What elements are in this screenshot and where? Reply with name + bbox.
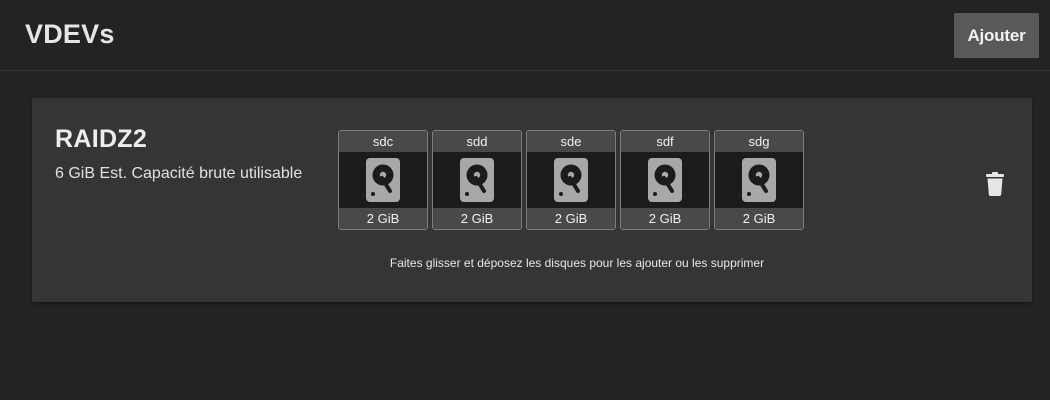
disk-name: sdg [715, 131, 803, 152]
harddisk-icon [433, 152, 521, 208]
vdev-capacity: 6 GiB Est. Capacité brute utilisable [55, 165, 303, 182]
harddisk-icon [339, 152, 427, 208]
disk-item[interactable]: sde 2 GiB [526, 130, 616, 230]
harddisk-icon [621, 152, 709, 208]
disk-name: sdd [433, 131, 521, 152]
page-title: VDEVs [25, 19, 115, 49]
disk-size: 2 GiB [433, 208, 521, 229]
trash-icon[interactable] [986, 172, 1004, 196]
disk-item[interactable]: sdc 2 GiB [338, 130, 428, 230]
disk-name: sdf [621, 131, 709, 152]
disk-list: sdc 2 GiB sdd 2 GiB sde 2 GiB sdf 2 GiB … [338, 130, 804, 230]
disk-name: sdc [339, 131, 427, 152]
page-header: VDEVs Ajouter [0, 0, 1050, 71]
disk-size: 2 GiB [527, 208, 615, 229]
vdev-card: RAIDZ2 6 GiB Est. Capacité brute utilisa… [32, 98, 1032, 302]
disk-size: 2 GiB [621, 208, 709, 229]
disk-item[interactable]: sdd 2 GiB [432, 130, 522, 230]
harddisk-icon [715, 152, 803, 208]
harddisk-icon [527, 152, 615, 208]
disk-size: 2 GiB [715, 208, 803, 229]
vdev-type: RAIDZ2 [55, 125, 148, 153]
disk-item[interactable]: sdg 2 GiB [714, 130, 804, 230]
disk-name: sde [527, 131, 615, 152]
disk-size: 2 GiB [339, 208, 427, 229]
add-button[interactable]: Ajouter [954, 13, 1039, 58]
disk-item[interactable]: sdf 2 GiB [620, 130, 710, 230]
drag-drop-hint: Faites glisser et déposez les disques po… [389, 256, 765, 270]
